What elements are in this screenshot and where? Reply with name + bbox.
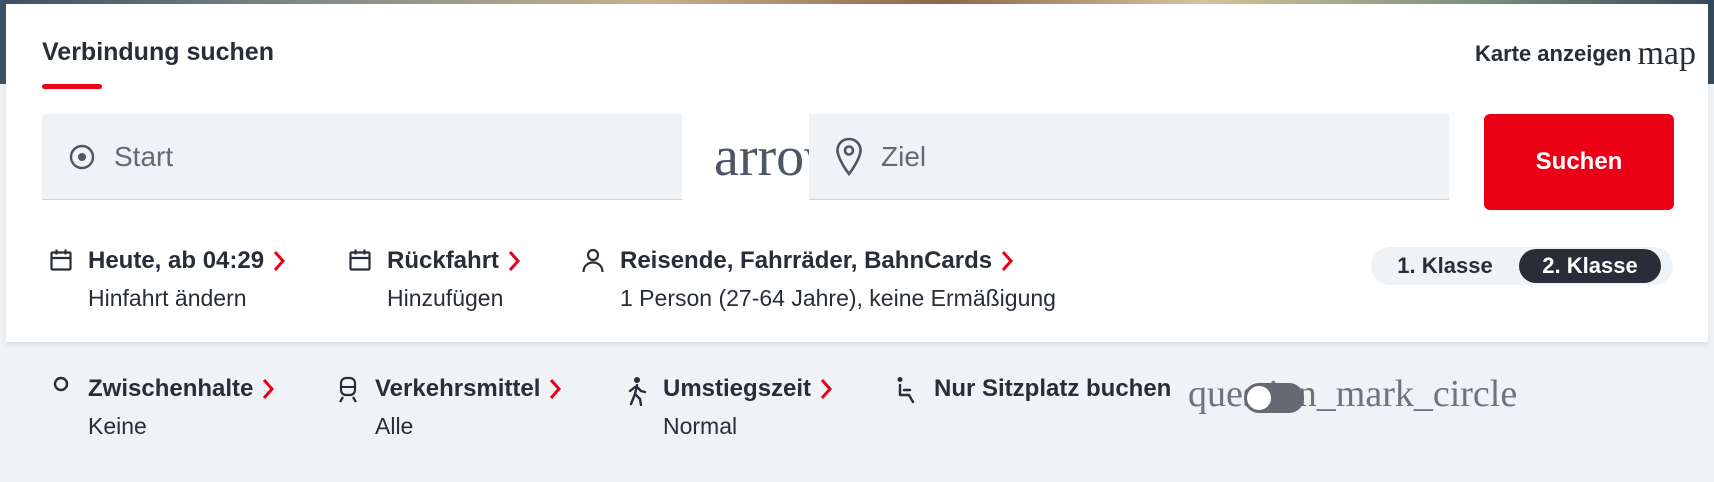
chevron-right-icon — [548, 378, 562, 400]
travel-class-switch: 1. Klasse 2. Klasse — [1371, 247, 1673, 285]
transfer-time-title: Umstiegszeit — [663, 375, 812, 402]
train-icon — [335, 376, 361, 404]
transport-subtitle: Alle — [375, 413, 414, 439]
outbound-date-title: Heute, ab 04:29 — [88, 247, 265, 274]
stops-subtitle: Keine — [88, 413, 147, 439]
chevron-right-icon — [261, 378, 275, 400]
transfer-time-option[interactable]: Umstiegszeit Normal — [623, 375, 833, 440]
travellers-option[interactable]: Reisende, Fahrräder, BahnCards 1 Person … — [580, 247, 1056, 312]
show-map-link[interactable]: Karte anzeigen map — [1475, 34, 1696, 74]
start-input[interactable] — [114, 114, 682, 199]
destination-field[interactable] — [809, 114, 1449, 200]
show-map-label: Karte anzeigen — [1474, 41, 1632, 66]
return-trip-option[interactable]: Rückfahrt Hinzufügen — [347, 247, 521, 312]
title-underline — [42, 84, 102, 89]
search-button[interactable]: Suchen — [1484, 114, 1674, 210]
transfer-time-subtitle: Normal — [663, 413, 738, 439]
seat-only-title: Nur Sitzplatz buchen — [934, 375, 1172, 402]
travellers-subtitle: 1 Person (27-64 Jahre), keine Ermäßigung — [620, 285, 1056, 311]
map-icon: map — [1637, 35, 1696, 72]
question-mark-circle-icon[interactable]: question_mark_circle — [1188, 372, 1517, 416]
chevron-right-icon — [272, 250, 286, 272]
return-trip-title: Rückfahrt — [387, 247, 500, 274]
return-trip-subtitle: Hinzufügen — [387, 285, 504, 311]
seat-only-option: Nur Sitzplatz buchen — [894, 375, 1171, 404]
seat-icon — [894, 376, 920, 404]
stop-icon — [48, 376, 74, 404]
search-card: Verbindung suchen Karte anzeigen map arr… — [6, 4, 1708, 342]
calendar-icon — [48, 248, 74, 276]
origin-icon — [64, 135, 100, 179]
location-pin-icon — [831, 135, 867, 179]
transport-option[interactable]: Verkehrsmittel Alle — [335, 375, 562, 440]
stops-option[interactable]: Zwischenhalte Keine — [48, 375, 275, 440]
chevron-right-icon — [507, 250, 521, 272]
start-field[interactable] — [42, 114, 682, 200]
stops-title: Zwischenhalte — [88, 375, 254, 402]
toggle-knob — [1247, 386, 1271, 410]
transport-title: Verkehrsmittel — [375, 375, 541, 402]
swap-arrow-icon[interactable]: arrow — [714, 122, 809, 192]
outbound-date-option[interactable]: Heute, ab 04:29 Hinfahrt ändern — [48, 247, 286, 312]
travellers-title: Reisende, Fahrräder, BahnCards — [620, 247, 993, 274]
walking-icon — [623, 376, 649, 406]
person-icon — [580, 248, 606, 276]
destination-input[interactable] — [881, 114, 1449, 199]
chevron-right-icon — [1000, 250, 1014, 272]
page-title: Verbindung suchen — [42, 38, 274, 66]
chevron-right-icon — [819, 378, 833, 400]
calendar-icon — [347, 248, 373, 276]
seat-only-toggle[interactable] — [1244, 383, 1304, 413]
second-class-option[interactable]: 2. Klasse — [1519, 249, 1661, 283]
outbound-date-subtitle: Hinfahrt ändern — [88, 285, 247, 311]
first-class-option[interactable]: 1. Klasse — [1371, 249, 1519, 283]
